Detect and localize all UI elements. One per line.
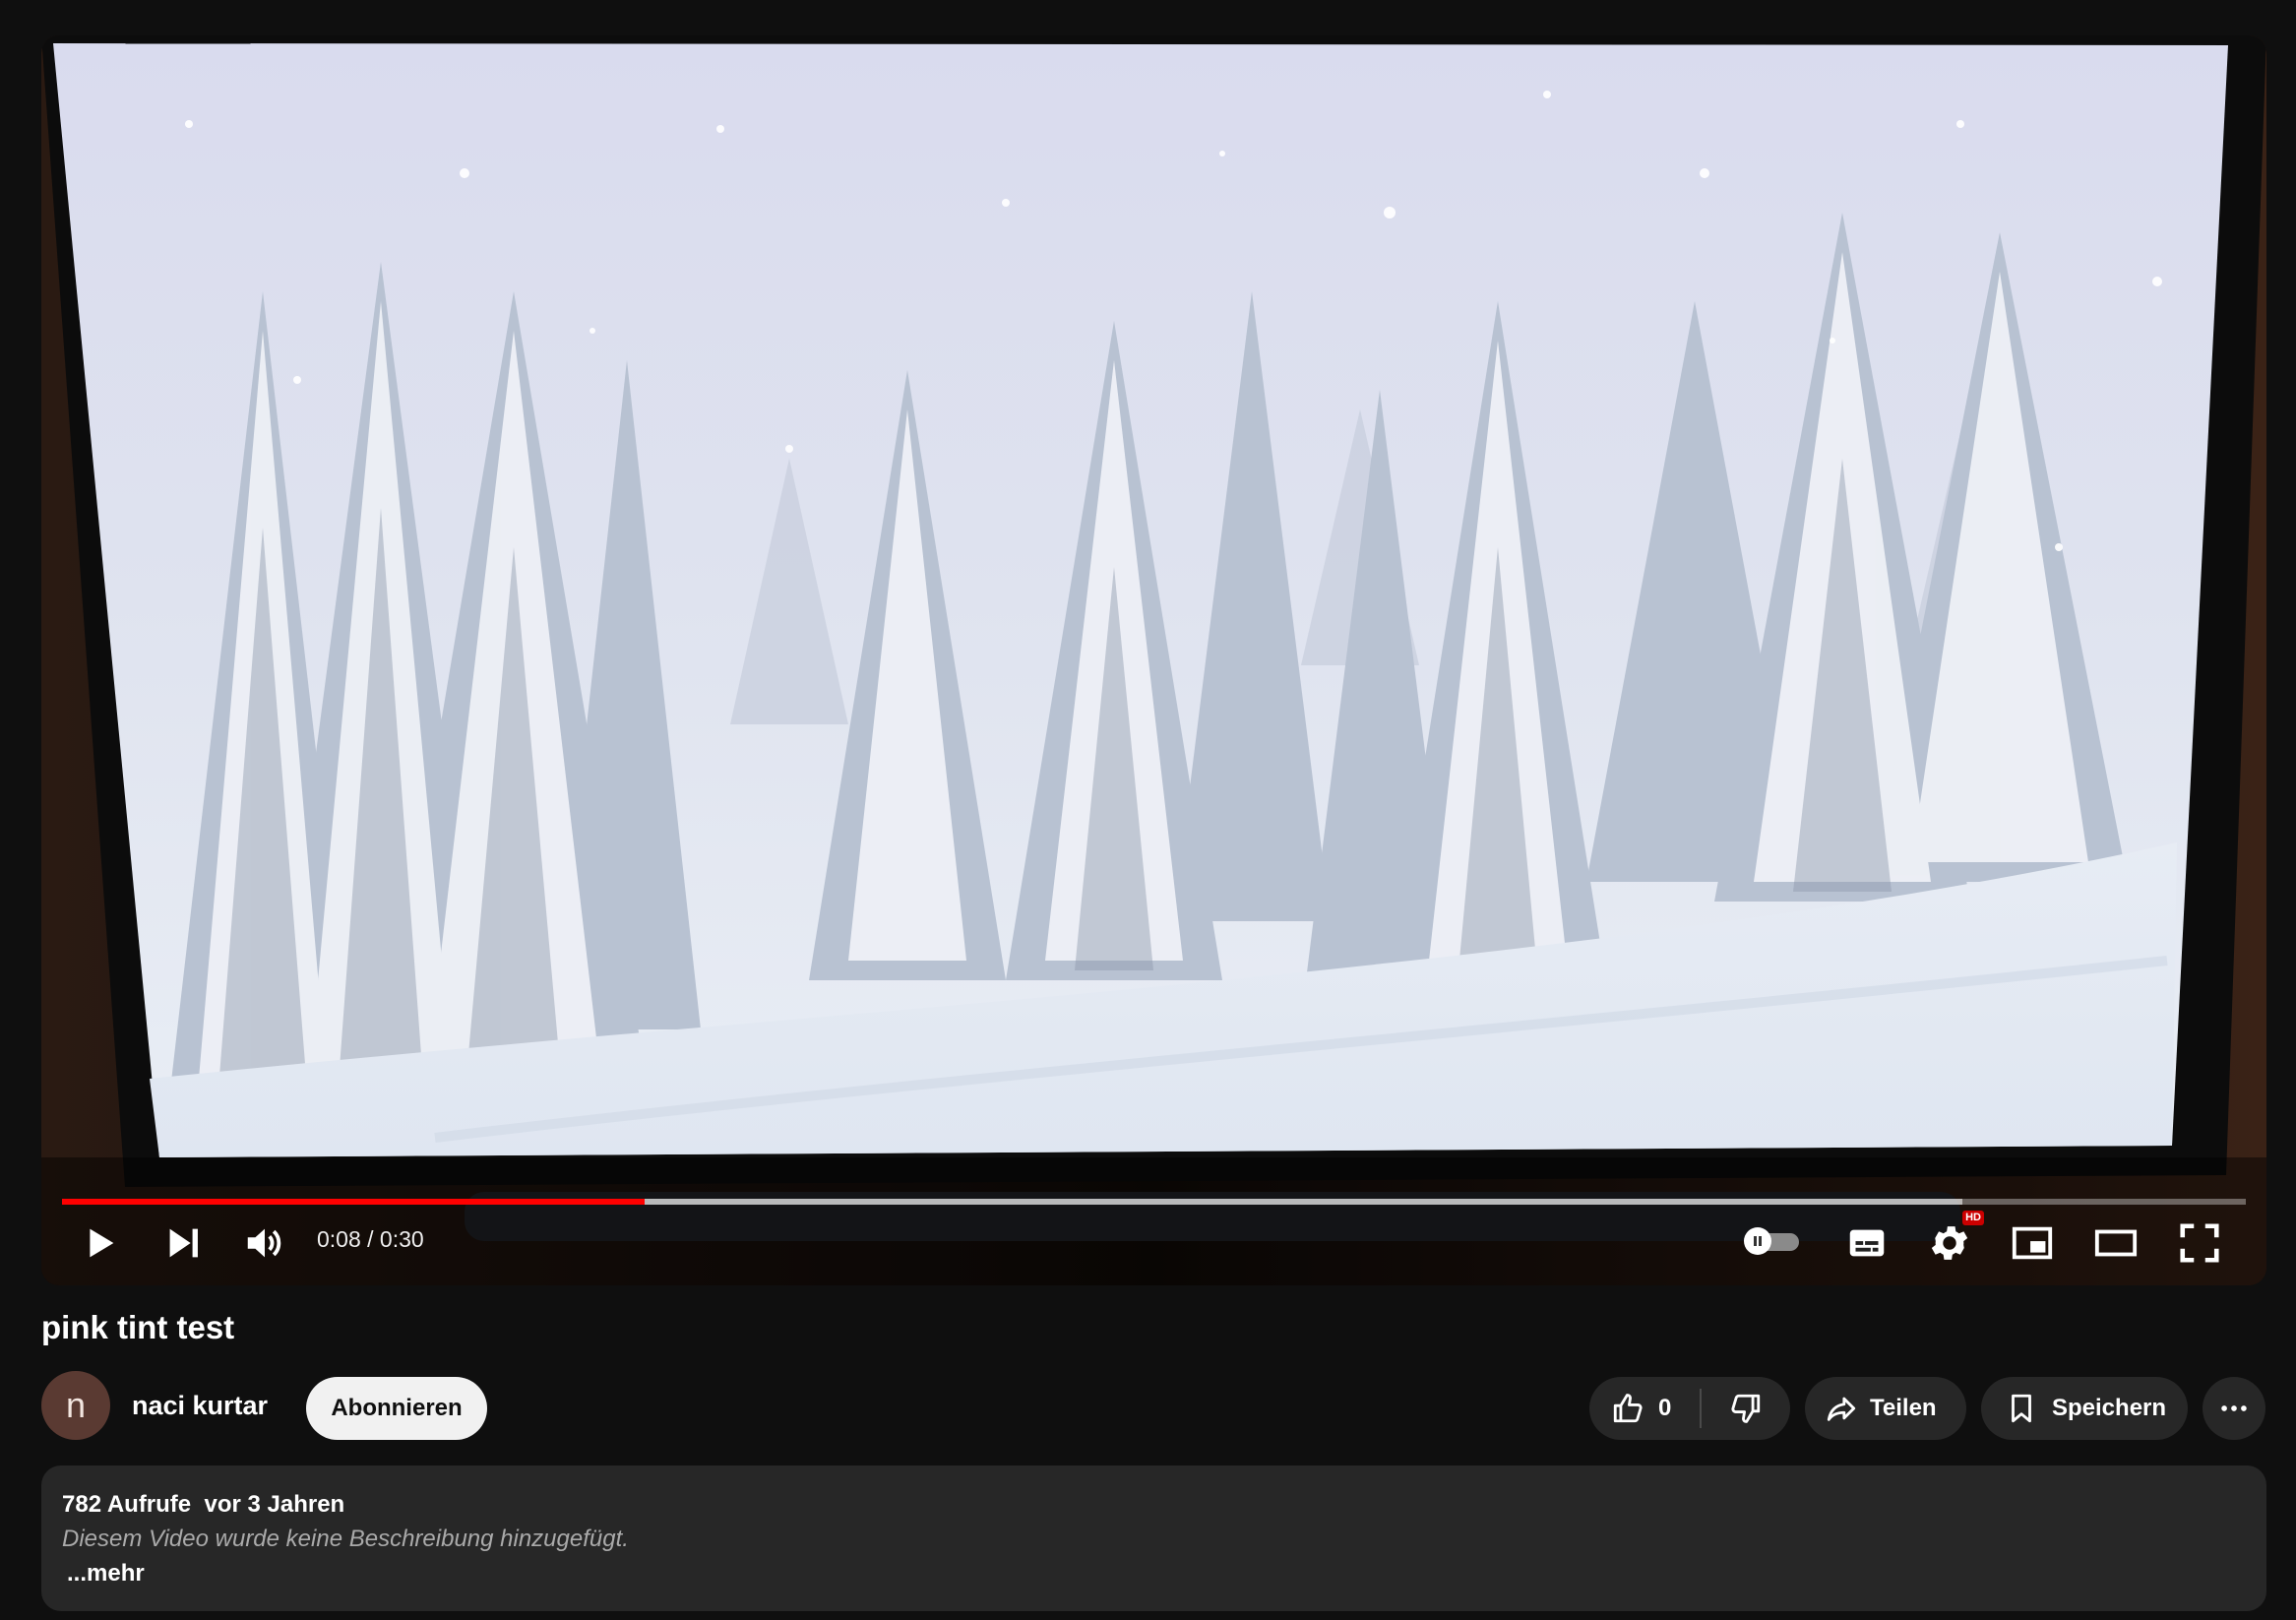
- dislike-button[interactable]: [1702, 1377, 1790, 1440]
- description-text: Diesem Video wurde keine Beschreibung hi…: [62, 1526, 629, 1552]
- video-frame[interactable]: [41, 35, 2266, 1285]
- subtitles-icon: [1849, 1229, 1885, 1257]
- view-count-and-date: 782 Aufrufe vor 3 Jahren: [62, 1491, 345, 1518]
- description-box[interactable]: 782 Aufrufe vor 3 Jahren Diesem Video wu…: [41, 1465, 2266, 1611]
- like-count: 0: [1658, 1395, 1672, 1421]
- channel-avatar[interactable]: n: [41, 1371, 110, 1440]
- more-actions-button[interactable]: [2203, 1377, 2265, 1440]
- share-label: Teilen: [1870, 1395, 1937, 1421]
- show-more-link[interactable]: ...mehr: [67, 1560, 145, 1588]
- video-player[interactable]: 0:08 / 0:30 HD: [41, 35, 2266, 1285]
- next-button[interactable]: [155, 1215, 212, 1272]
- subscribe-button[interactable]: Abonnieren: [306, 1377, 487, 1440]
- play-button[interactable]: [71, 1215, 128, 1272]
- settings-icon: [1931, 1226, 1968, 1260]
- share-button[interactable]: Teilen: [1805, 1377, 1966, 1440]
- like-icon: [1613, 1394, 1643, 1423]
- miniplayer-button[interactable]: [2004, 1215, 2061, 1272]
- save-label: Speichern: [2052, 1395, 2167, 1421]
- volume-icon: [247, 1228, 281, 1258]
- save-icon: [2012, 1394, 2031, 1423]
- video-title: pink tint test: [41, 1309, 235, 1345]
- more-icon: [2221, 1405, 2247, 1411]
- like-dislike-group: 0: [1589, 1377, 1790, 1440]
- next-icon: [169, 1228, 198, 1258]
- settings-button[interactable]: HD: [1921, 1211, 1984, 1272]
- time-display: 0:08 / 0:30: [317, 1226, 424, 1252]
- autoplay-knob: [1744, 1227, 1771, 1255]
- save-button[interactable]: Speichern: [1981, 1377, 2188, 1440]
- subtitles-button[interactable]: [1838, 1215, 1895, 1272]
- miniplayer-icon: [2012, 1226, 2053, 1260]
- share-icon: [1827, 1397, 1856, 1421]
- hd-badge: HD: [1962, 1211, 1984, 1225]
- channel-name[interactable]: naci kurtar: [132, 1391, 268, 1421]
- volume-button[interactable]: [236, 1215, 293, 1272]
- autoplay-toggle[interactable]: [1744, 1227, 1803, 1255]
- avatar-letter: n: [65, 1385, 87, 1425]
- pause-icon: [1754, 1236, 1762, 1246]
- dislike-icon: [1731, 1394, 1761, 1423]
- like-button[interactable]: 0: [1589, 1377, 1700, 1440]
- theater-icon: [2094, 1229, 2138, 1257]
- fullscreen-button[interactable]: [2171, 1215, 2228, 1272]
- tv-screen-scene: [53, 43, 2228, 1157]
- theater-mode-button[interactable]: [2087, 1215, 2144, 1272]
- fullscreen-icon: [2180, 1223, 2219, 1263]
- player-controls: 0:08 / 0:30 HD: [41, 1197, 2266, 1285]
- play-icon: [90, 1228, 114, 1258]
